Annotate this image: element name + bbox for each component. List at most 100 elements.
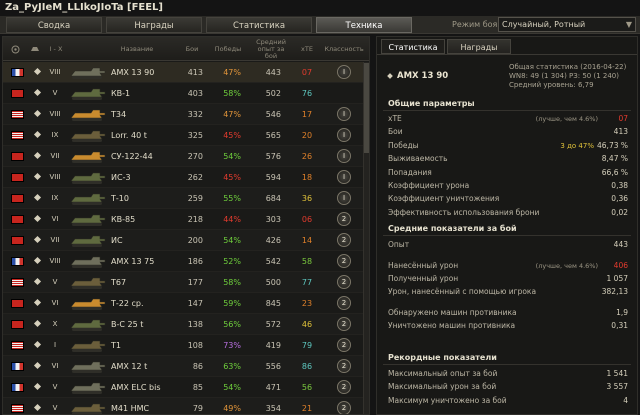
tab-vehicles[interactable]: Техника <box>316 17 412 33</box>
table-row[interactable]: VI КВ-85 218 44% 303 06 2 <box>3 209 363 230</box>
class-diamond-icon <box>33 172 42 181</box>
stat-value: 413 <box>613 127 628 137</box>
vehicle-win-rate: 45% <box>223 131 241 140</box>
vehicle-win-rate: 49% <box>223 404 241 413</box>
vehicle-avg-xp: 443 <box>265 68 281 77</box>
vehicle-battles: 403 <box>187 89 203 98</box>
tab-statistics[interactable]: Статистика <box>206 17 312 33</box>
table-row[interactable]: V T67 177 58% 500 77 2 <box>3 272 363 293</box>
table-row[interactable]: IX Lorr. 40 t 325 45% 565 20 I <box>3 125 363 146</box>
stat-row: Уничтожено машин противника 0,31 <box>388 320 628 332</box>
vehicle-battles: 259 <box>187 194 203 203</box>
table-row[interactable]: VIII T34 332 47% 546 17 I <box>3 104 363 125</box>
vehicle-win-rate: 54% <box>223 236 241 245</box>
stat-label: Бои <box>388 127 403 137</box>
detail-tab-statistics[interactable]: Статистика <box>381 39 445 54</box>
vehicle-avg-xp: 500 <box>265 278 281 287</box>
vehicle-battles: 138 <box>187 320 203 329</box>
vehicle-detail-panel: Статистика Награды AMX 13 90 Общая стати… <box>376 36 638 415</box>
stat-label: Максимальный опыт за бой <box>388 369 498 378</box>
stat-row: Полученный урон 1 057 <box>388 273 628 285</box>
battle-mode-label: Режим боя: <box>452 20 501 29</box>
vehicle-battles: 200 <box>187 236 203 245</box>
mastery-badge-icon: I <box>337 170 351 184</box>
vehicle-name: AMX 12 t <box>111 362 148 371</box>
table-row[interactable]: X B-C 25 t 138 56% 572 46 2 <box>3 314 363 335</box>
vehicle-win-rate: 55% <box>223 194 241 203</box>
vehicle-battles: 108 <box>187 341 203 350</box>
scrollbar-thumb[interactable] <box>364 63 369 153</box>
vehicle-name: T1 <box>111 341 121 350</box>
header-xte[interactable]: хТЕ <box>295 37 319 61</box>
table-header: I - X Название Бои Победы Средний опыт з… <box>3 37 369 61</box>
table-row[interactable]: V КВ-1 403 58% 502 76 <box>3 83 363 104</box>
vehicle-tier: IX <box>51 194 59 202</box>
table-row[interactable]: VI Т-22 ср. 147 59% 845 23 2 <box>3 293 363 314</box>
table-row[interactable]: VIII AMX 13 75 186 52% 542 58 2 <box>3 251 363 272</box>
table-row[interactable]: IX Т-10 259 55% 684 36 I <box>3 188 363 209</box>
header-tier[interactable]: I - X <box>45 37 67 61</box>
general-params-title: Общие параметры <box>388 99 475 108</box>
table-row[interactable]: VI AMX 12 t 86 63% 556 86 2 <box>3 356 363 377</box>
stat-value: 07 <box>618 114 628 123</box>
stat-value: 3 557 <box>606 382 628 392</box>
stat-value: 0,31 <box>611 321 628 330</box>
table-row[interactable]: VIII ИС-3 262 45% 594 18 I <box>3 167 363 188</box>
stat-label: Нанесённый урон <box>388 261 459 270</box>
table-row[interactable]: VII СУ-122-44 270 54% 576 26 I <box>3 146 363 167</box>
vehicle-win-rate: 47% <box>223 68 241 77</box>
tab-summary[interactable]: Сводка <box>6 17 102 33</box>
table-row[interactable]: V M41 HMC 79 49% 354 21 2 <box>3 398 363 414</box>
stat-note: (лучше, чем 4.6%) <box>535 262 598 270</box>
detail-tabs: Статистика Награды <box>377 37 637 55</box>
tank-icon <box>70 298 106 310</box>
tank-icon <box>70 235 106 247</box>
stat-row: Коэффициент урона 0,38 <box>388 180 628 192</box>
nation-flag-icon <box>11 257 24 266</box>
class-diamond-icon <box>33 130 42 139</box>
stat-row: Выживаемость 8,47 % <box>388 153 628 165</box>
table-row[interactable]: V AMX ELC bis 85 54% 471 56 2 <box>3 377 363 398</box>
vehicle-battles: 186 <box>187 257 203 266</box>
vehicle-tier: VIII <box>49 257 61 265</box>
header-battles[interactable]: Бои <box>179 37 205 61</box>
vehicle-class-icon[interactable] <box>27 37 43 61</box>
header-avg-xp[interactable]: Средний опыт за бой <box>251 37 291 61</box>
stat-value: 4 <box>623 395 628 405</box>
nation-filter-icon[interactable] <box>7 37 23 61</box>
stat-row: Эффективность использования брони 0,02 <box>388 207 628 219</box>
vehicle-avg-xp: 572 <box>265 320 281 329</box>
stat-label: Выживаемость <box>388 154 448 164</box>
vehicle-battles: 218 <box>187 215 203 224</box>
class-diamond-icon <box>33 340 42 349</box>
header-wins[interactable]: Победы <box>211 37 245 61</box>
class-diamond-icon <box>33 403 42 412</box>
vehicle-tier: VI <box>51 362 59 370</box>
tab-awards[interactable]: Награды <box>106 17 202 33</box>
table-row[interactable]: VII ИС 200 54% 426 14 2 <box>3 230 363 251</box>
stat-value: 0,38 <box>611 181 628 190</box>
mastery-badge-icon: 2 <box>337 296 351 310</box>
table-row[interactable]: I T1 108 73% 419 79 2 <box>3 335 363 356</box>
divider <box>383 364 631 365</box>
vehicle-win-rate: 58% <box>223 89 241 98</box>
stat-value: 382,13 <box>601 287 628 296</box>
class-diamond-icon <box>33 109 42 118</box>
battle-mode-select[interactable]: Случайный, Ротный ▼ <box>498 17 636 32</box>
mastery-badge-icon: 2 <box>337 380 351 394</box>
header-mastery[interactable]: Классность <box>324 37 363 61</box>
tank-icon <box>70 109 106 121</box>
detail-tab-awards[interactable]: Награды <box>447 39 511 54</box>
header-name[interactable]: Название <box>107 37 167 61</box>
vehicle-win-rate: 54% <box>223 383 241 392</box>
vehicle-name: Т-10 <box>111 194 129 203</box>
table-row[interactable]: VIII AMX 13 90 413 47% 443 07 I <box>3 62 363 83</box>
average-tier: Средний уровень: 6,79 <box>509 81 594 89</box>
vehicle-name: ИС-3 <box>111 173 131 182</box>
tank-icon <box>70 88 106 100</box>
vehicle-xte: 26 <box>301 152 313 161</box>
tank-icon <box>70 382 106 394</box>
stat-label: Попадания <box>388 167 432 177</box>
vehicle-xte: 56 <box>301 383 313 392</box>
avg-params-title: Средние показатели за бой <box>388 224 517 233</box>
